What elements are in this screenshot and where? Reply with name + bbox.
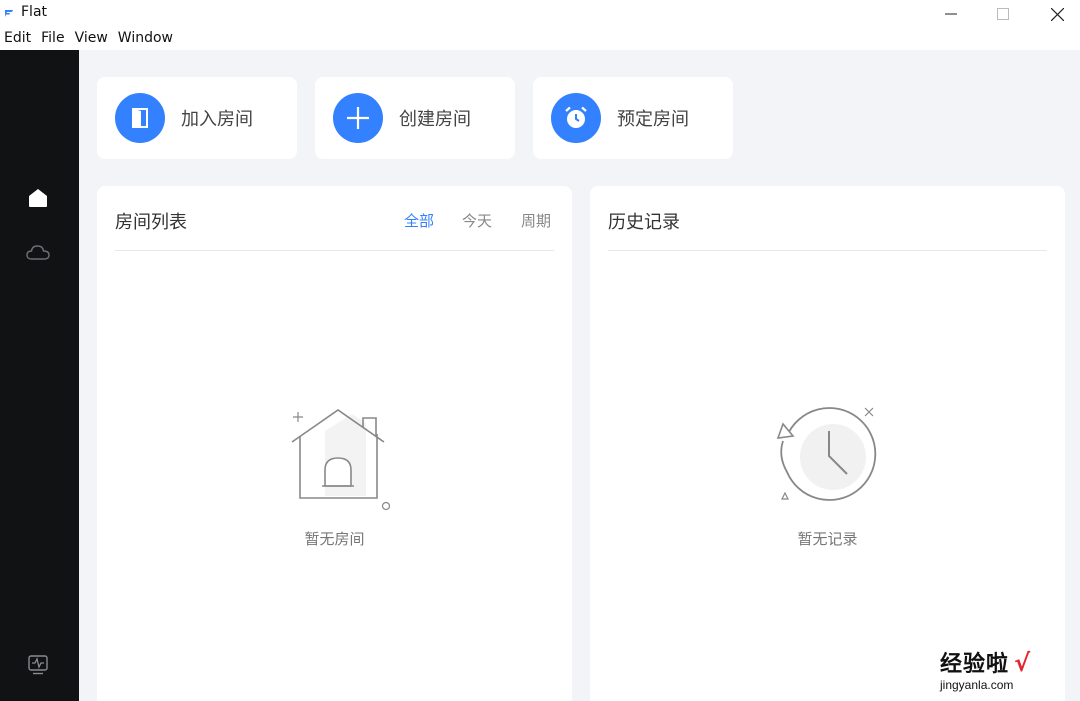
- main-content: 加入房间 创建房间 预定房间 房间列表 全部 今天 周期 暂无房间 历史记录 暂…: [79, 50, 1080, 701]
- monitor-icon: [28, 655, 48, 675]
- history-title: 历史记录: [608, 212, 680, 233]
- cloud-icon: [26, 245, 50, 260]
- door-icon: [132, 108, 148, 128]
- menu-window[interactable]: Window: [118, 28, 173, 50]
- create-room-icon-circle: [333, 93, 383, 143]
- close-button[interactable]: [1030, 0, 1080, 28]
- join-room-label: 加入房间: [181, 109, 253, 130]
- divider: [115, 250, 554, 251]
- watermark-main-text: 经验啦: [940, 652, 1010, 677]
- menu-edit[interactable]: Edit: [4, 28, 31, 50]
- close-icon: [1050, 7, 1064, 21]
- filter-today[interactable]: 今天: [462, 210, 492, 231]
- menu-bar: Edit File View Window: [0, 28, 1080, 50]
- sidebar-item-home[interactable]: [26, 186, 50, 210]
- sidebar-item-cloud[interactable]: [26, 240, 50, 264]
- watermark: 经验啦 √ jingyanla.com: [940, 646, 1072, 696]
- filter-periodic[interactable]: 周期: [521, 210, 551, 231]
- create-room-label: 创建房间: [399, 109, 471, 130]
- minimize-button[interactable]: [924, 0, 978, 28]
- menu-view[interactable]: View: [75, 28, 108, 50]
- maximize-button[interactable]: [976, 0, 1030, 28]
- history-empty-state: 暂无记录: [590, 396, 1065, 549]
- empty-house-icon: [291, 409, 390, 511]
- history-panel: 历史记录 暂无记录: [590, 186, 1065, 701]
- room-list-empty-text: 暂无房间: [304, 530, 365, 548]
- room-list-panel: 房间列表 全部 今天 周期 暂无房间: [97, 186, 572, 701]
- create-room-button[interactable]: 创建房间: [315, 77, 515, 159]
- watermark-check: √: [1014, 649, 1031, 677]
- schedule-room-button[interactable]: 预定房间: [533, 77, 733, 159]
- join-room-button[interactable]: 加入房间: [97, 77, 297, 159]
- watermark-url: jingyanla.com: [940, 678, 1014, 692]
- alarm-clock-icon: [565, 106, 587, 128]
- app-logo-icon: [5, 10, 13, 17]
- sidebar-item-monitor[interactable]: [26, 653, 50, 677]
- join-room-icon-circle: [115, 93, 165, 143]
- sidebar: [0, 50, 79, 701]
- title-bar: Flat: [0, 0, 1080, 28]
- maximize-icon: [997, 8, 1009, 20]
- empty-history-clock-icon: [776, 407, 876, 501]
- schedule-room-icon-circle: [551, 93, 601, 143]
- room-list-empty-state: 暂无房间: [97, 396, 572, 549]
- plus-icon: [347, 107, 369, 129]
- window-title: Flat: [21, 4, 48, 20]
- history-empty-text: 暂无记录: [797, 530, 858, 548]
- minimize-icon: [945, 13, 957, 15]
- room-list-title: 房间列表: [115, 212, 187, 233]
- divider: [608, 250, 1047, 251]
- schedule-room-label: 预定房间: [617, 109, 689, 130]
- home-icon: [29, 189, 47, 207]
- filter-all[interactable]: 全部: [404, 210, 434, 231]
- menu-file[interactable]: File: [41, 28, 64, 50]
